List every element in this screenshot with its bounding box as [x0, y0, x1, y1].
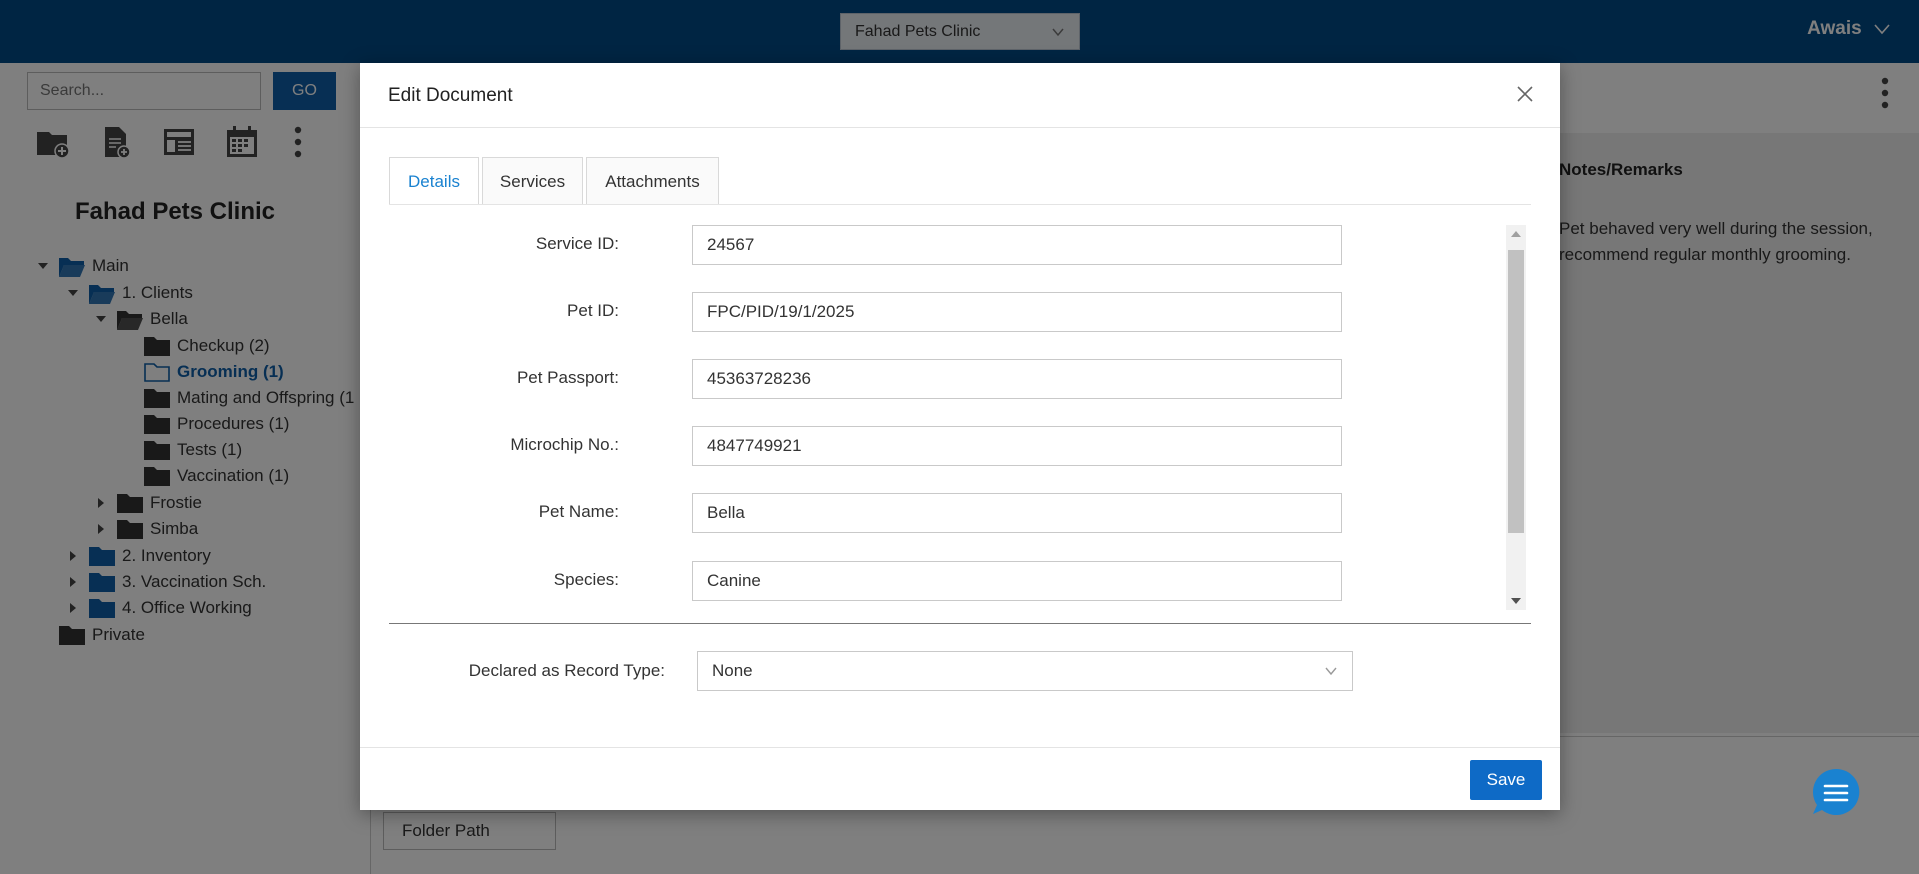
pet-name-field[interactable] — [692, 493, 1342, 533]
pet-id-field[interactable] — [692, 292, 1342, 332]
field-label: Pet ID: — [567, 301, 619, 320]
scroll-down-arrow-icon[interactable] — [1511, 598, 1521, 604]
edit-document-dialog: Edit Document Details Services Attachmen… — [360, 63, 1560, 810]
details-form: Service ID: Pet ID: Pet Passport: Microc… — [389, 225, 1531, 615]
form-row-service-id: Service ID: — [389, 225, 1489, 265]
field-label: Species: — [553, 570, 619, 589]
form-row-pet-passport: Pet Passport: — [389, 359, 1489, 399]
scrollbar-thumb[interactable] — [1508, 250, 1524, 533]
microchip-field[interactable] — [692, 426, 1342, 466]
tab-details[interactable]: Details — [389, 157, 479, 205]
dialog-title: Edit Document — [388, 85, 513, 106]
field-label: Microchip No.: — [510, 435, 619, 454]
chevron-down-icon — [1325, 667, 1337, 676]
save-button[interactable]: Save — [1470, 760, 1542, 800]
form-row-microchip: Microchip No.: — [389, 426, 1489, 466]
record-type-label: Declared as Record Type: — [468, 661, 665, 680]
tab-attachments[interactable]: Attachments — [586, 157, 719, 204]
record-type-select[interactable]: None — [697, 651, 1353, 691]
species-field[interactable] — [692, 561, 1342, 601]
scroll-up-arrow-icon[interactable] — [1511, 231, 1521, 237]
close-icon[interactable] — [1516, 85, 1534, 103]
form-row-pet-id: Pet ID: — [389, 292, 1489, 332]
divider — [389, 623, 1531, 624]
record-type-value: None — [712, 661, 753, 680]
divider — [360, 127, 1560, 128]
pet-passport-field[interactable] — [692, 359, 1342, 399]
service-id-field[interactable] — [692, 225, 1342, 265]
field-label: Pet Name: — [538, 502, 619, 521]
field-label: Pet Passport: — [516, 368, 619, 387]
divider — [389, 204, 1531, 205]
tab-services[interactable]: Services — [482, 157, 583, 204]
field-label: Service ID: — [535, 234, 619, 253]
form-scrollbar[interactable] — [1506, 225, 1526, 610]
divider — [360, 747, 1560, 748]
form-row-pet-name: Pet Name: — [389, 493, 1489, 533]
chat-icon[interactable] — [1810, 766, 1862, 818]
form-row-species: Species: — [389, 561, 1489, 601]
